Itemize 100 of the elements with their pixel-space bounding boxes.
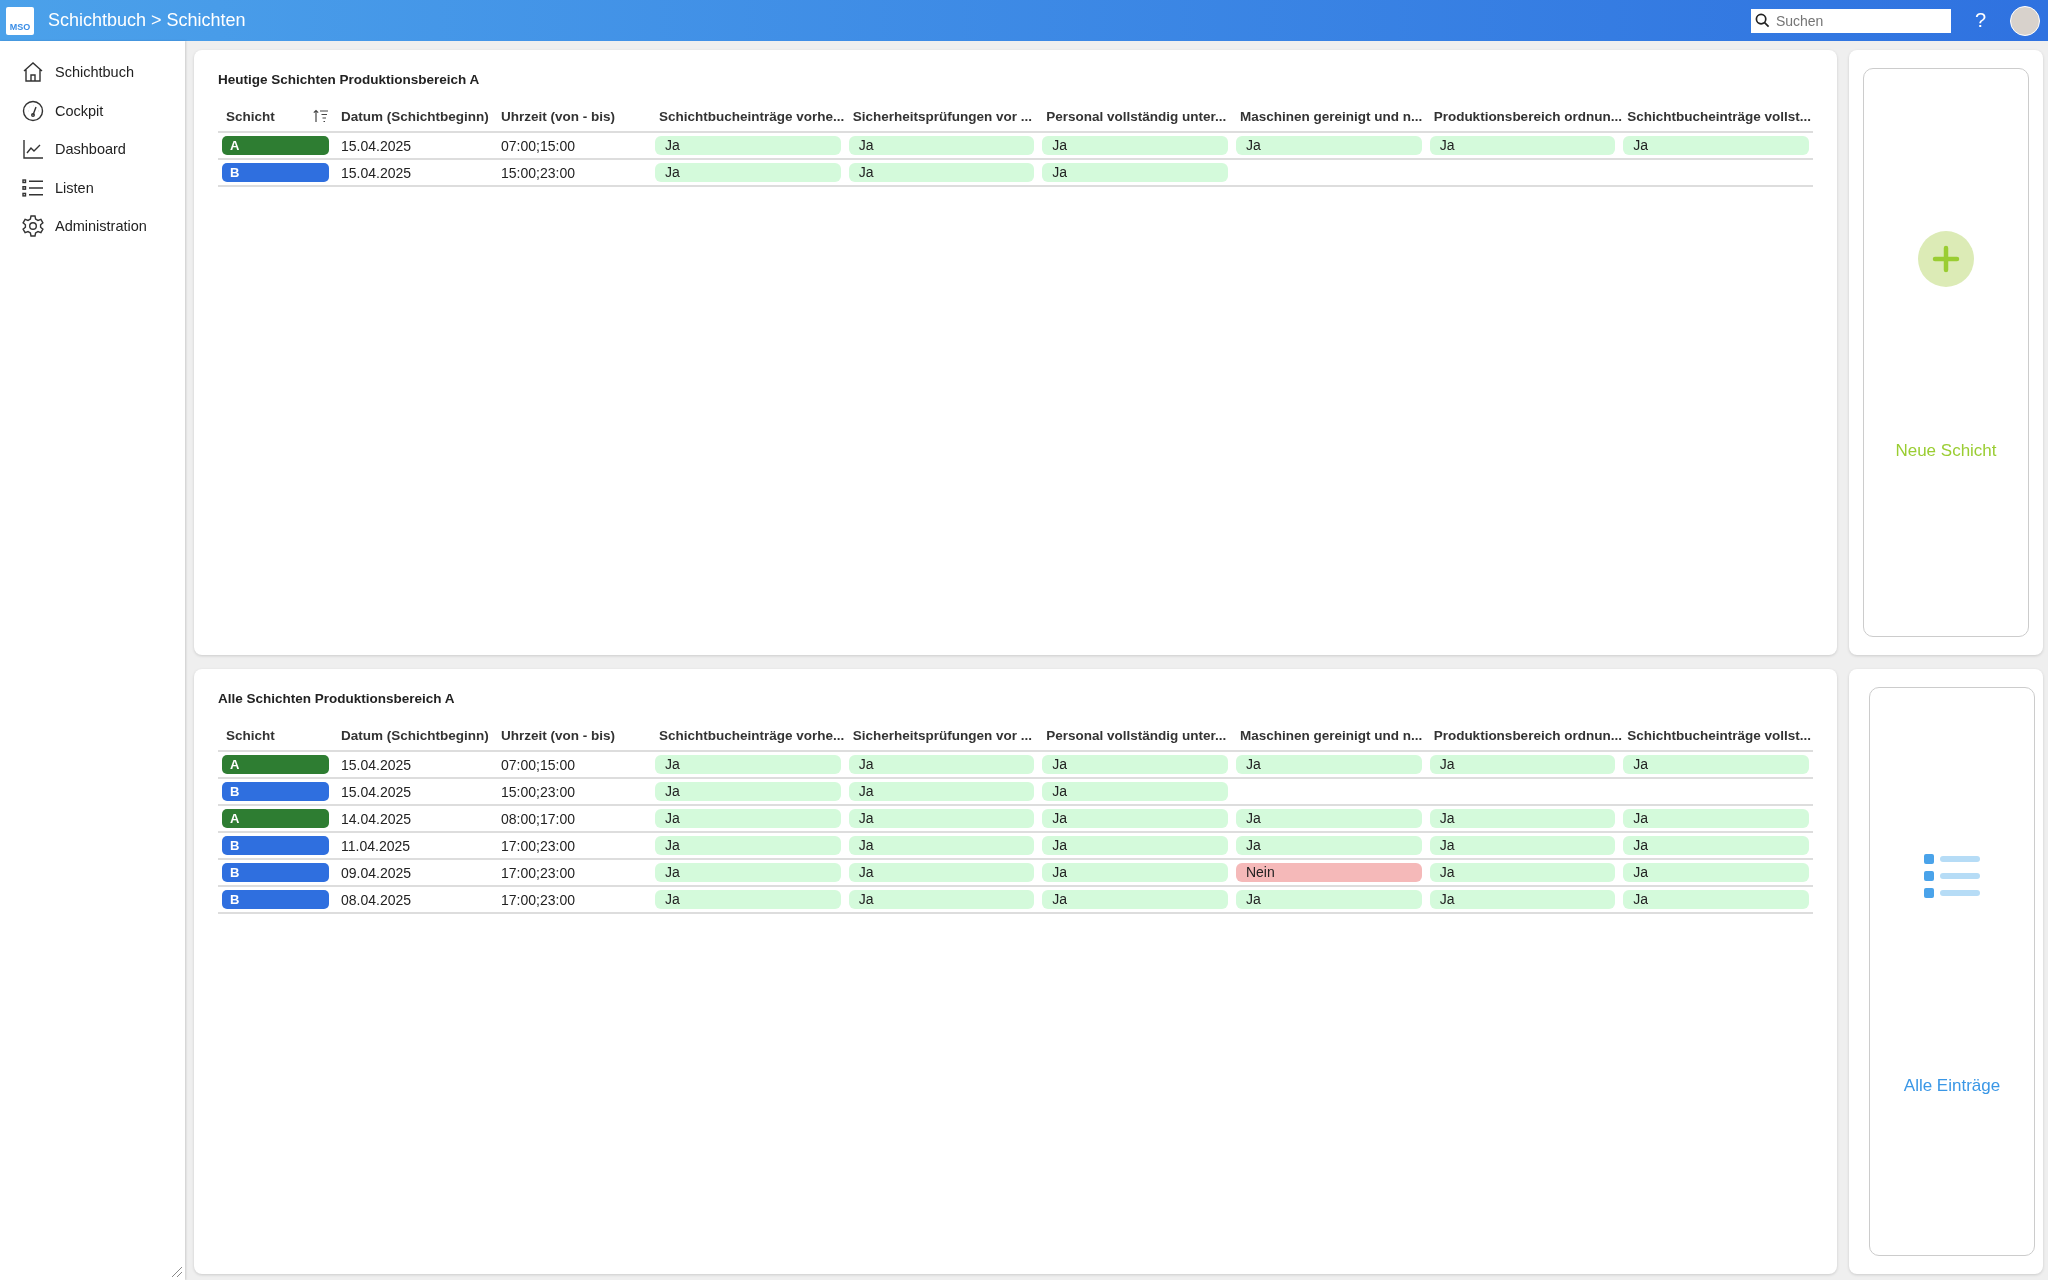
sort-icon[interactable] (313, 109, 329, 123)
table-cell: 17:00;23:00 (493, 832, 651, 859)
panel-title: Heutige Schichten Produktionsbereich A (218, 72, 481, 87)
status-tag: Ja (848, 836, 1035, 855)
status-tag: Nein (1235, 863, 1422, 882)
sidebar-item[interactable]: Dashboard (0, 130, 185, 169)
column-header[interactable]: Datum (Schichtbeginn) (333, 101, 493, 132)
table-cell: 08.04.2025 (333, 886, 493, 913)
status-tag: Ja (655, 782, 841, 801)
status-tag: Ja (1429, 863, 1616, 882)
shift-tag: B (222, 836, 329, 855)
table-cell: 14.04.2025 (333, 805, 493, 832)
column-header[interactable]: Personal vollständig unter... (1038, 720, 1232, 751)
table-cell: 17:00;23:00 (493, 886, 651, 913)
table-cell: 17:00;23:00 (493, 859, 651, 886)
sidebar-item[interactable]: Listen (0, 168, 185, 207)
column-header[interactable]: Schichtbucheinträge vorhe... (651, 720, 845, 751)
status-tag: Ja (1623, 755, 1809, 774)
status-tag: Ja (1235, 755, 1422, 774)
status-tag: Ja (1042, 136, 1228, 155)
avatar[interactable] (2010, 5, 2040, 36)
column-header[interactable]: Uhrzeit (von - bis) (493, 720, 651, 751)
status-tag: Ja (1623, 136, 1809, 155)
column-header[interactable]: Maschinen gereinigt und n... (1231, 101, 1426, 132)
sidebar-item[interactable]: Administration (0, 207, 185, 246)
shift-tag: A (222, 136, 329, 155)
gauge-icon (21, 98, 45, 123)
column-header[interactable]: Datum (Schichtbeginn) (333, 720, 493, 751)
column-header[interactable]: Sicherheitsprüfungen vor ... (844, 720, 1039, 751)
shift-tag: B (222, 863, 329, 882)
settings-icon (21, 214, 45, 239)
plus-icon (1918, 231, 1974, 287)
column-header[interactable]: Produktionsbereich ordnun... (1425, 101, 1620, 132)
status-tag: Ja (655, 163, 841, 182)
shift-tag: B (222, 890, 329, 909)
status-tag: Ja (848, 163, 1035, 182)
page-title: Schichtbuch > Schichten (48, 10, 247, 31)
search-field[interactable]: Suchen (1750, 8, 1951, 33)
column-header[interactable]: Maschinen gereinigt und n... (1231, 720, 1426, 751)
status-tag: Ja (1429, 755, 1616, 774)
status-tag: Ja (1042, 809, 1228, 828)
status-tag: Ja (1429, 809, 1616, 828)
column-header[interactable]: Schicht (218, 101, 333, 132)
column-header[interactable]: Personal vollständig unter... (1038, 101, 1232, 132)
resize-handle-icon[interactable] (171, 1266, 183, 1278)
status-tag: Ja (1042, 755, 1228, 774)
table-cell: 11.04.2025 (333, 832, 493, 859)
status-tag: Ja (655, 136, 841, 155)
status-tag: Ja (1235, 890, 1422, 909)
status-tag: Ja (655, 890, 841, 909)
status-tag: Ja (848, 809, 1035, 828)
column-header[interactable]: Produktionsbereich ordnun... (1425, 720, 1620, 751)
status-tag: Ja (1042, 163, 1228, 182)
status-tag: Ja (1429, 136, 1616, 155)
sidebar-item[interactable]: Schichtbuch (0, 53, 185, 92)
status-tag: Ja (1042, 836, 1228, 855)
home-icon (21, 60, 45, 85)
status-tag: Ja (655, 836, 841, 855)
status-tag: Ja (1042, 782, 1228, 801)
shift-tag: B (222, 163, 329, 182)
status-tag: Ja (1623, 863, 1809, 882)
column-header[interactable]: Schicht (218, 720, 333, 751)
status-tag: Ja (1429, 836, 1616, 855)
status-tag: Ja (655, 809, 841, 828)
column-header[interactable]: Schichtbucheinträge vorhe... (651, 101, 845, 132)
table-cell: 07:00;15:00 (493, 751, 651, 778)
status-tag: Ja (1623, 890, 1809, 909)
status-tag: Ja (1042, 863, 1228, 882)
table-cell: 08:00;17:00 (493, 805, 651, 832)
sidebar-item[interactable]: Cockpit (0, 91, 185, 130)
status-tag: Ja (1042, 890, 1228, 909)
status-tag: Ja (848, 782, 1035, 801)
status-tag: Ja (848, 755, 1035, 774)
panel-title: Alle Schichten Produktionsbereich A (218, 691, 456, 706)
column-header[interactable]: Sicherheitsprüfungen vor ... (844, 101, 1039, 132)
list-icon (1924, 852, 1980, 900)
status-tag: Ja (848, 863, 1035, 882)
shift-tag: B (222, 782, 329, 801)
logo: MSO (6, 6, 34, 35)
table-cell: 15:00;23:00 (493, 159, 651, 186)
help-button[interactable]: ? (1968, 8, 1992, 33)
line-chart-icon (21, 137, 45, 162)
status-tag: Ja (1235, 809, 1422, 828)
status-tag: Ja (655, 863, 841, 882)
shift-tag: A (222, 755, 329, 774)
table-cell: 15.04.2025 (333, 751, 493, 778)
table-cell: 15.04.2025 (333, 132, 493, 159)
status-tag: Ja (1235, 836, 1422, 855)
status-tag: Ja (848, 136, 1035, 155)
status-tag: Ja (1623, 836, 1809, 855)
status-tag: Ja (848, 890, 1035, 909)
status-tag: Ja (655, 755, 841, 774)
table-cell: 15:00;23:00 (493, 778, 651, 805)
column-header[interactable]: Uhrzeit (von - bis) (493, 101, 651, 132)
table-cell: 15.04.2025 (333, 159, 493, 186)
status-tag: Ja (1235, 136, 1422, 155)
table-cell: 15.04.2025 (333, 778, 493, 805)
table-cell: 07:00;15:00 (493, 132, 651, 159)
table-cell: 09.04.2025 (333, 859, 493, 886)
shift-tag: A (222, 809, 329, 828)
